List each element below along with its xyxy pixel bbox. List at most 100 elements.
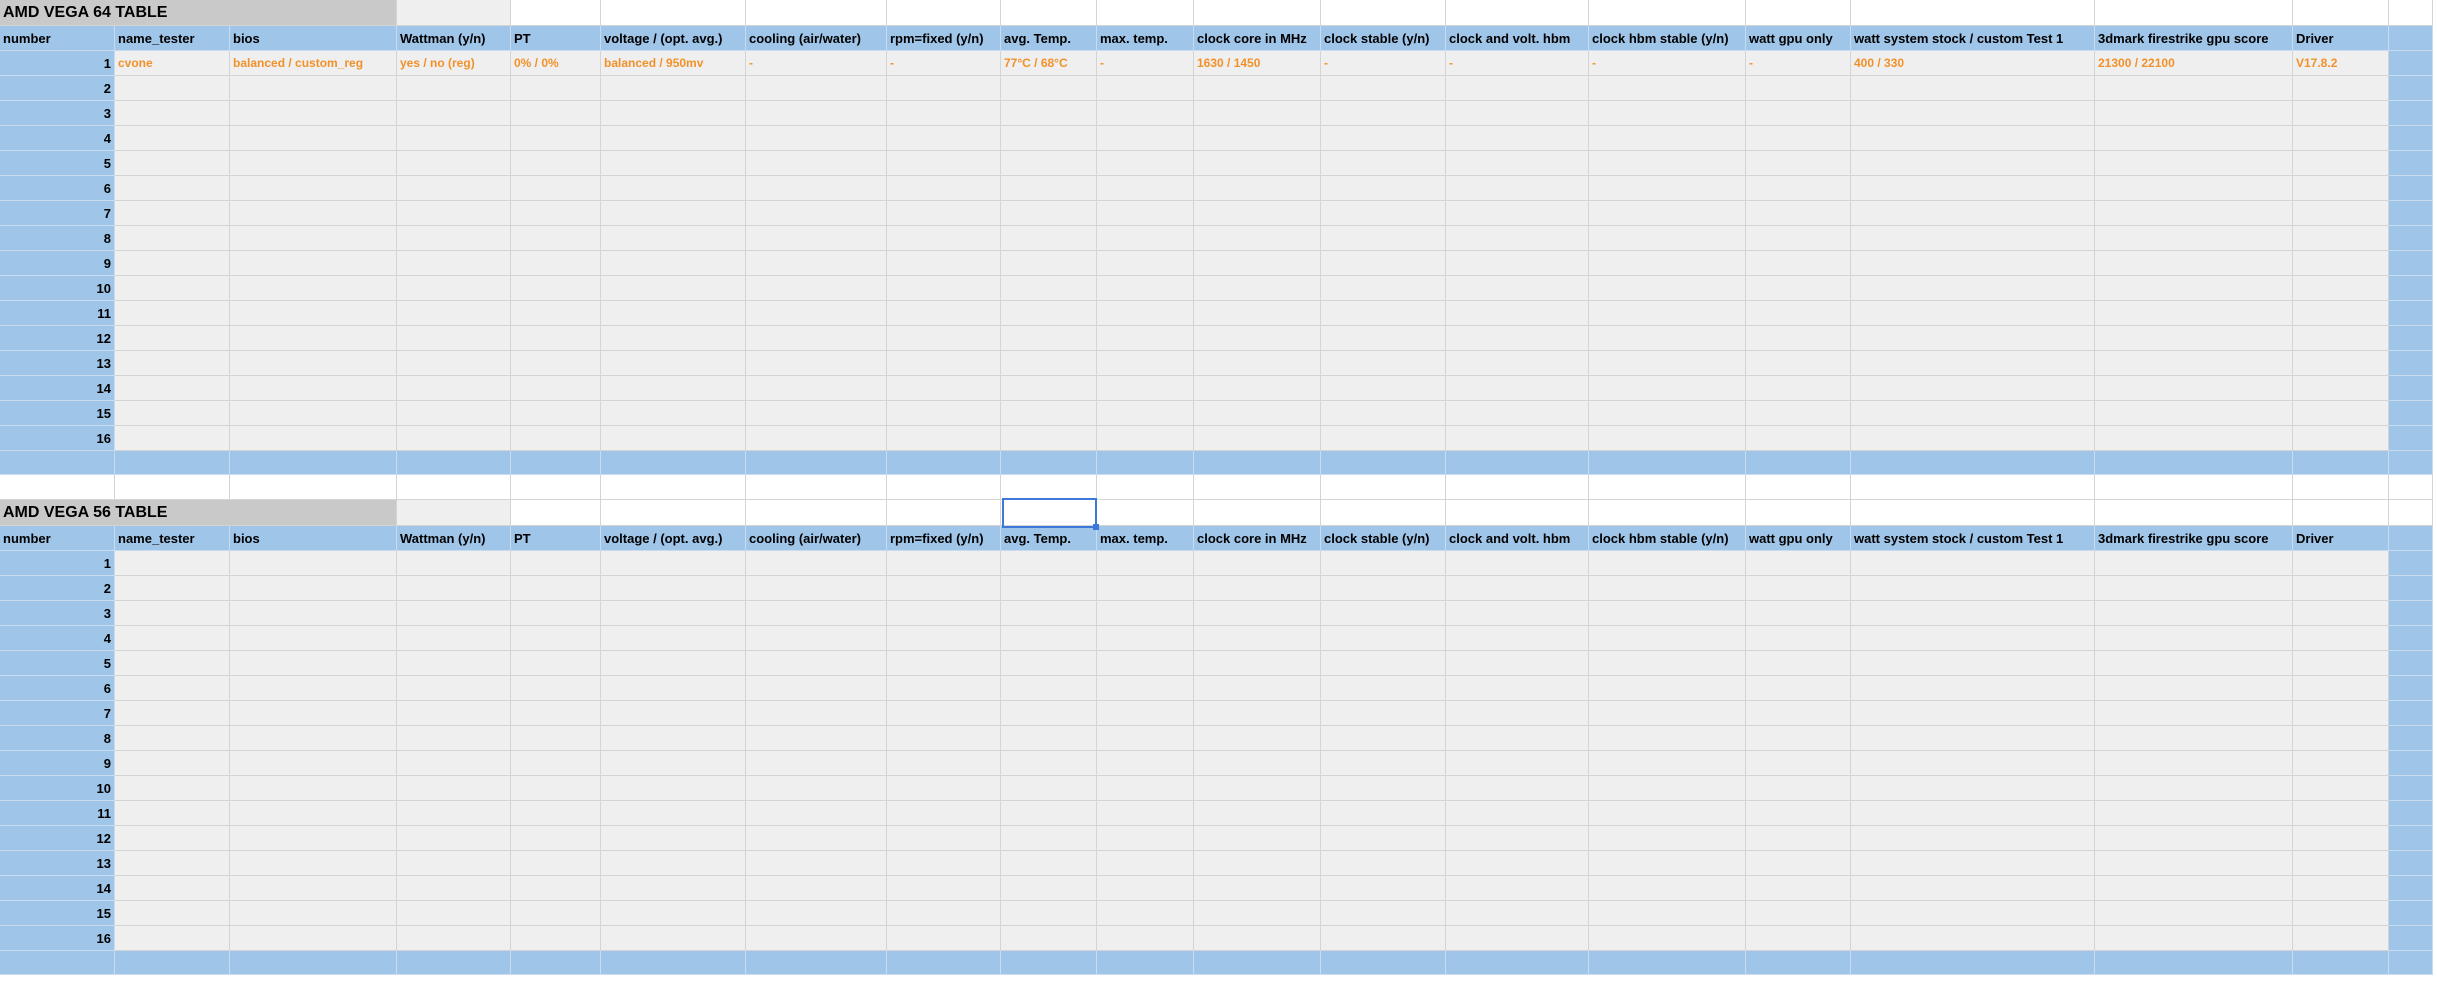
empty-cell[interactable] (1746, 701, 1851, 726)
empty-cell[interactable] (1446, 801, 1589, 826)
empty-cell[interactable] (115, 126, 230, 151)
row-edge-cell[interactable] (2389, 76, 2433, 101)
empty-cell[interactable] (2293, 226, 2389, 251)
empty-cell[interactable] (115, 351, 230, 376)
empty-cell[interactable] (115, 601, 230, 626)
footer-cell[interactable] (1746, 951, 1851, 975)
empty-cell[interactable] (511, 376, 601, 401)
empty-cell[interactable] (1097, 201, 1194, 226)
empty-cell[interactable] (1851, 500, 2095, 526)
empty-cell[interactable] (1589, 901, 1746, 926)
column-header[interactable]: Wattman (y/n) (397, 526, 511, 551)
empty-cell[interactable] (115, 901, 230, 926)
row-edge-cell[interactable] (2389, 301, 2433, 326)
column-header[interactable]: cooling (air/water) (746, 526, 887, 551)
empty-cell[interactable] (601, 901, 746, 926)
empty-cell[interactable] (1097, 126, 1194, 151)
empty-cell[interactable] (1001, 851, 1097, 876)
empty-cell[interactable] (1746, 226, 1851, 251)
empty-cell[interactable] (230, 201, 397, 226)
empty-cell[interactable] (1851, 676, 2095, 701)
empty-cell[interactable] (1001, 876, 1097, 901)
empty-cell[interactable] (601, 426, 746, 451)
empty-cell[interactable] (1194, 801, 1321, 826)
empty-cell[interactable] (1001, 101, 1097, 126)
empty-cell[interactable] (2095, 500, 2293, 526)
column-header[interactable]: 3dmark firestrike gpu score (2095, 526, 2293, 551)
empty-cell[interactable] (397, 901, 511, 926)
empty-cell[interactable] (2293, 851, 2389, 876)
empty-cell[interactable] (230, 701, 397, 726)
empty-cell[interactable] (1097, 551, 1194, 576)
empty-cell[interactable] (397, 276, 511, 301)
empty-cell[interactable] (1851, 551, 2095, 576)
empty-cell[interactable] (2293, 301, 2389, 326)
empty-cell[interactable] (1851, 101, 2095, 126)
empty-cell[interactable] (1746, 76, 1851, 101)
empty-cell[interactable] (1321, 901, 1446, 926)
empty-cell[interactable] (1321, 801, 1446, 826)
row-number[interactable]: 7 (0, 701, 115, 726)
empty-cell[interactable] (2095, 726, 2293, 751)
empty-cell[interactable] (1446, 826, 1589, 851)
data-cell[interactable]: - (887, 51, 1001, 76)
empty-cell[interactable] (115, 101, 230, 126)
empty-cell[interactable] (511, 0, 601, 26)
empty-cell[interactable] (1589, 76, 1746, 101)
empty-cell[interactable] (1321, 626, 1446, 651)
empty-cell[interactable] (1097, 901, 1194, 926)
empty-cell[interactable] (115, 751, 230, 776)
empty-cell[interactable] (397, 926, 511, 951)
column-header-blank[interactable] (2389, 26, 2433, 51)
empty-cell[interactable] (1851, 851, 2095, 876)
empty-cell[interactable] (230, 226, 397, 251)
empty-cell[interactable] (397, 701, 511, 726)
empty-cell[interactable] (397, 851, 511, 876)
data-cell[interactable]: - (1446, 51, 1589, 76)
empty-cell[interactable] (2095, 576, 2293, 601)
footer-cell[interactable] (1446, 451, 1589, 475)
empty-cell[interactable] (1746, 475, 1851, 500)
empty-cell[interactable] (1589, 876, 1746, 901)
data-cell[interactable]: - (1097, 51, 1194, 76)
empty-cell[interactable] (230, 601, 397, 626)
empty-cell[interactable] (1194, 726, 1321, 751)
empty-cell[interactable] (1446, 201, 1589, 226)
column-header[interactable]: name_tester (115, 526, 230, 551)
row-number[interactable]: 10 (0, 276, 115, 301)
empty-cell[interactable] (230, 176, 397, 201)
empty-cell[interactable] (1589, 551, 1746, 576)
empty-cell[interactable] (1746, 426, 1851, 451)
empty-cell[interactable] (746, 376, 887, 401)
empty-cell[interactable] (230, 401, 397, 426)
empty-cell[interactable] (1851, 301, 2095, 326)
empty-cell[interactable] (1194, 676, 1321, 701)
footer-cell[interactable] (2095, 451, 2293, 475)
empty-cell[interactable] (230, 901, 397, 926)
column-header[interactable]: max. temp. (1097, 26, 1194, 51)
empty-cell[interactable] (511, 326, 601, 351)
row-number[interactable]: 2 (0, 76, 115, 101)
row-edge-cell[interactable] (2389, 101, 2433, 126)
empty-cell[interactable] (887, 351, 1001, 376)
column-header[interactable]: clock stable (y/n) (1321, 526, 1446, 551)
empty-cell[interactable] (887, 751, 1001, 776)
empty-cell[interactable] (601, 326, 746, 351)
row-number[interactable]: 3 (0, 101, 115, 126)
empty-cell[interactable] (397, 500, 511, 526)
empty-cell[interactable] (1097, 475, 1194, 500)
empty-cell[interactable] (887, 701, 1001, 726)
empty-cell[interactable] (1194, 276, 1321, 301)
empty-cell[interactable] (1446, 176, 1589, 201)
empty-cell[interactable] (887, 201, 1001, 226)
table-title[interactable]: AMD VEGA 56 TABLE (0, 500, 397, 526)
empty-cell[interactable] (601, 926, 746, 951)
empty-cell[interactable] (887, 551, 1001, 576)
column-header[interactable]: max. temp. (1097, 526, 1194, 551)
row-number[interactable]: 12 (0, 826, 115, 851)
empty-cell[interactable] (887, 376, 1001, 401)
empty-cell[interactable] (397, 0, 511, 26)
empty-cell[interactable] (1194, 851, 1321, 876)
empty-cell[interactable] (2095, 851, 2293, 876)
empty-cell[interactable] (746, 926, 887, 951)
